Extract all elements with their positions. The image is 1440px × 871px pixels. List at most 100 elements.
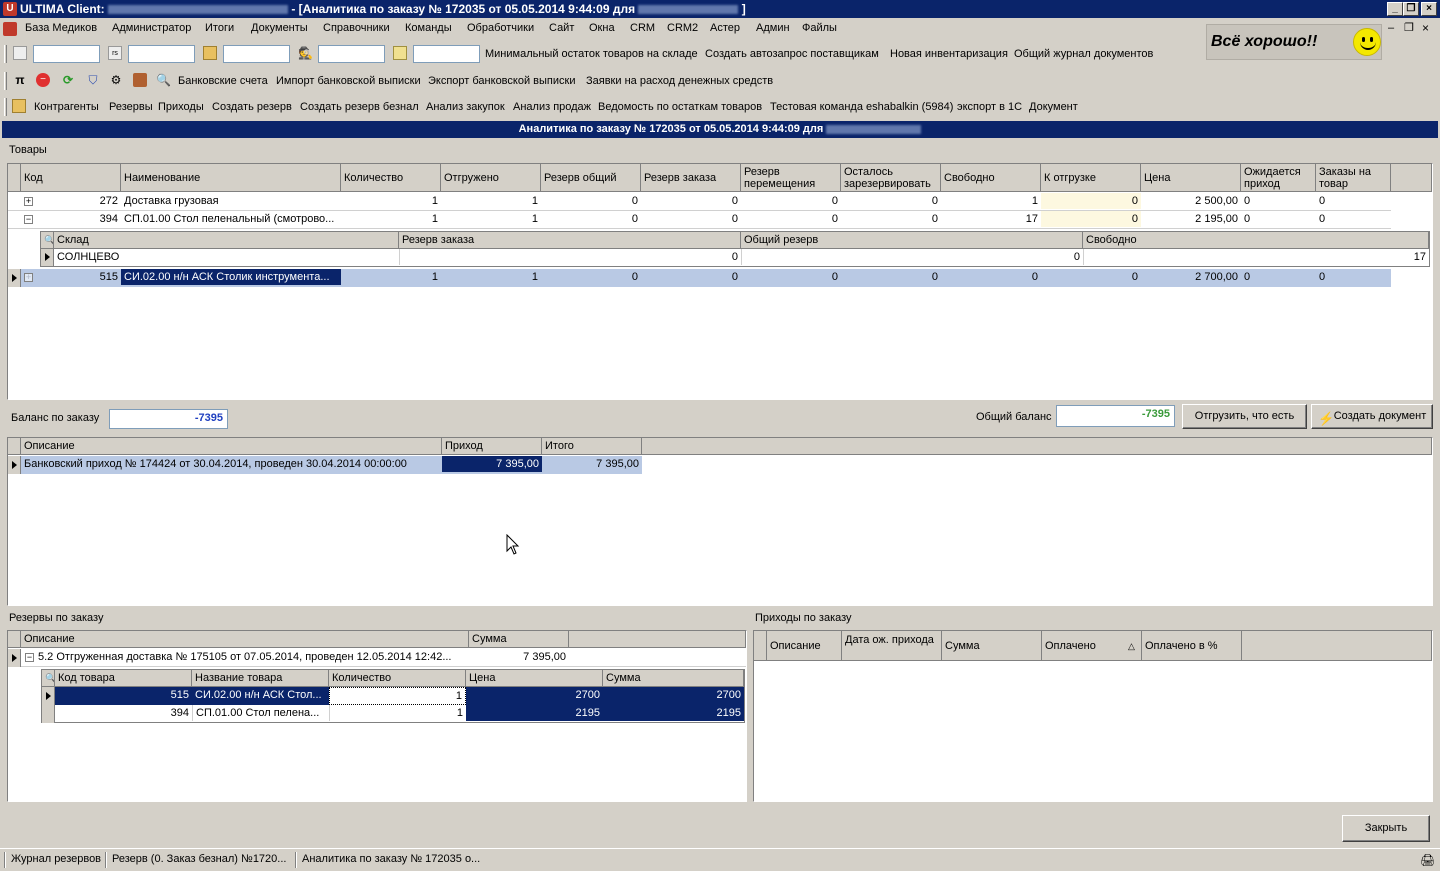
pi-icon[interactable]: π bbox=[13, 73, 27, 87]
total-balance-field[interactable]: -7395 bbox=[1056, 405, 1175, 427]
column-header[interactable]: Свободно bbox=[1083, 232, 1429, 249]
column-header[interactable]: Описание bbox=[21, 631, 469, 648]
column-header[interactable]: Осталось зарезервировать bbox=[841, 164, 941, 192]
collapse-icon[interactable]: − bbox=[24, 215, 33, 224]
settings-icon[interactable]: ⚙ bbox=[109, 73, 123, 87]
column-header[interactable]: Название товара bbox=[192, 670, 329, 687]
table-row[interactable]: − 5.2 Отгруженная доставка № 175105 от 0… bbox=[8, 649, 746, 667]
notes-icon[interactable] bbox=[393, 46, 407, 60]
column-header[interactable]: Общий резерв bbox=[741, 232, 1083, 249]
column-header[interactable]: Итого bbox=[542, 438, 642, 455]
column-header[interactable]: Свободно bbox=[941, 164, 1041, 192]
toolbar-field[interactable] bbox=[223, 45, 290, 63]
column-header[interactable]: Резерв перемещения bbox=[741, 164, 841, 192]
toolbar-link[interactable]: Создать автозапрос поставщикам bbox=[705, 48, 879, 60]
agent-icon[interactable]: 🕵 bbox=[298, 46, 313, 60]
column-header[interactable]: Дата ож. прихода bbox=[842, 631, 942, 661]
toolbar-link[interactable]: Новая инвентаризация bbox=[890, 48, 1008, 60]
toolbar-link[interactable]: Банковские счета bbox=[178, 75, 268, 87]
menu-item[interactable]: Админ bbox=[756, 22, 790, 34]
taskbar-item[interactable]: Аналитика по заказу № 172035 о... bbox=[302, 853, 480, 865]
cell-name[interactable]: СИ.02.00 н/н АСК Столик инструмента... bbox=[121, 269, 341, 285]
document-icon[interactable] bbox=[13, 46, 27, 60]
menu-item[interactable]: База Медиков bbox=[25, 22, 97, 34]
invoice-icon[interactable]: rs bbox=[108, 46, 122, 60]
book-icon[interactable] bbox=[133, 73, 147, 87]
menu-item[interactable]: Команды bbox=[405, 22, 452, 34]
goods-grid[interactable]: Код Наименование Количество Отгружено Ре… bbox=[7, 163, 1433, 400]
menu-item[interactable]: CRM2 bbox=[667, 22, 698, 34]
menu-item[interactable]: Сайт bbox=[549, 22, 574, 34]
toolbar-link[interactable]: экспорт в 1С bbox=[957, 101, 1022, 113]
menu-item[interactable]: CRM bbox=[630, 22, 655, 34]
collapse-icon[interactable]: − bbox=[25, 653, 34, 662]
cell-to-ship[interactable]: 0 bbox=[1041, 269, 1141, 285]
warehouse-detail-grid[interactable]: 🔍 Склад Резерв заказа Общий резерв Свобо… bbox=[40, 231, 1430, 267]
column-header[interactable]: Сумма bbox=[603, 670, 744, 687]
toolbar-link[interactable]: Тестовая команда eshabalkin (5984) bbox=[770, 101, 953, 113]
refresh-icon[interactable]: ⟳ bbox=[61, 73, 75, 87]
toolbar-link[interactable]: Экспорт банковской выписки bbox=[428, 75, 575, 87]
toolbar-link[interactable]: Общий журнал документов bbox=[1014, 48, 1153, 60]
toolbar-link[interactable]: Контрагенты bbox=[34, 101, 99, 113]
table-row[interactable]: 394 СП.01.00 Стол пелена... 1 2195 2195 bbox=[42, 705, 744, 723]
menu-item[interactable]: Окна bbox=[589, 22, 615, 34]
menu-item[interactable]: Администратор bbox=[112, 22, 191, 34]
search-icon[interactable]: 🔍 bbox=[156, 73, 171, 87]
toolbar-field[interactable] bbox=[128, 45, 195, 63]
expand-icon[interactable]: + bbox=[24, 197, 33, 206]
column-header[interactable]: Резерв общий bbox=[541, 164, 641, 192]
printer-icon[interactable]: 🖨 bbox=[1420, 853, 1435, 867]
toolbar-link[interactable]: Импорт банковской выписки bbox=[276, 75, 421, 87]
cell-qty[interactable]: 1 bbox=[329, 705, 466, 721]
column-header[interactable]: Сумма bbox=[942, 631, 1042, 661]
toolbar-link[interactable]: Приходы bbox=[158, 101, 204, 113]
column-header[interactable]: Резерв заказа bbox=[399, 232, 741, 249]
column-header[interactable]: Описание bbox=[767, 631, 842, 661]
incomes-grid[interactable]: Описание Дата ож. прихода Сумма Оплачено… bbox=[753, 630, 1433, 802]
column-header[interactable]: Оплачено в % bbox=[1142, 631, 1242, 661]
order-balance-field[interactable]: -7395 bbox=[109, 409, 228, 429]
toolbar-link[interactable]: Заявки на расход денежных средств bbox=[586, 75, 773, 87]
toolbar-link[interactable]: Резервы bbox=[109, 101, 153, 113]
menu-item[interactable]: Файлы bbox=[802, 22, 837, 34]
toolbar-link[interactable]: Анализ продаж bbox=[513, 101, 591, 113]
column-header[interactable]: Оплачено △ bbox=[1042, 631, 1142, 661]
minimize-button[interactable]: _ bbox=[1387, 2, 1403, 16]
reserves-grid[interactable]: Описание Сумма − 5.2 Отгруженная доставк… bbox=[7, 630, 747, 802]
table-row-selected[interactable]: Банковский приход № 174424 от 30.04.2014… bbox=[8, 456, 642, 474]
toolbar-link[interactable]: Анализ закупок bbox=[426, 101, 505, 113]
menu-item[interactable]: Итоги bbox=[205, 22, 234, 34]
column-header[interactable]: Описание bbox=[21, 438, 442, 455]
toolbar-link[interactable]: Документ bbox=[1029, 101, 1078, 113]
column-header[interactable]: Код bbox=[21, 164, 121, 192]
column-header[interactable]: Сумма bbox=[469, 631, 569, 648]
box-icon[interactable] bbox=[12, 99, 26, 113]
column-header[interactable]: К отгрузке bbox=[1041, 164, 1141, 192]
table-row-selected[interactable]: 515 СИ.02.00 н/н АСК Стол... 1 2700 2700 bbox=[42, 687, 744, 705]
toolbar-field[interactable] bbox=[33, 45, 100, 63]
toolbar-link[interactable]: Ведомость по остаткам товаров bbox=[598, 101, 762, 113]
column-header[interactable]: Количество bbox=[341, 164, 441, 192]
mdi-close-button[interactable]: × bbox=[1422, 21, 1429, 35]
column-header[interactable]: Код товара bbox=[55, 670, 192, 687]
search-icon[interactable]: 🔍 bbox=[41, 232, 54, 249]
menu-item[interactable]: Обработчики bbox=[467, 22, 534, 34]
shield-icon[interactable]: ⛉ bbox=[86, 73, 100, 87]
column-header[interactable]: Склад bbox=[54, 232, 399, 249]
column-header[interactable]: Приход bbox=[442, 438, 542, 455]
menu-item[interactable]: Справочники bbox=[323, 22, 390, 34]
cell-qty[interactable]: 1 bbox=[329, 687, 466, 705]
box-icon[interactable] bbox=[203, 46, 217, 60]
mdi-minimize-button[interactable]: – bbox=[1388, 22, 1394, 34]
column-header[interactable]: Цена bbox=[1141, 164, 1241, 192]
column-header[interactable]: Количество bbox=[329, 670, 466, 687]
table-row-selected[interactable]: + 515 СИ.02.00 н/н АСК Столик инструмент… bbox=[8, 269, 1391, 287]
cell-to-ship[interactable]: 0 bbox=[1041, 193, 1141, 209]
column-header[interactable]: Заказы на товар bbox=[1316, 164, 1391, 192]
cell-income[interactable]: 7 395,00 bbox=[442, 456, 542, 472]
cell-to-ship[interactable]: 0 bbox=[1041, 211, 1141, 227]
stop-icon[interactable]: − bbox=[36, 73, 50, 87]
reserve-items-grid[interactable]: 🔍 Код товара Название товара Количество … bbox=[41, 669, 745, 723]
menu-item[interactable]: Астер bbox=[710, 22, 740, 34]
